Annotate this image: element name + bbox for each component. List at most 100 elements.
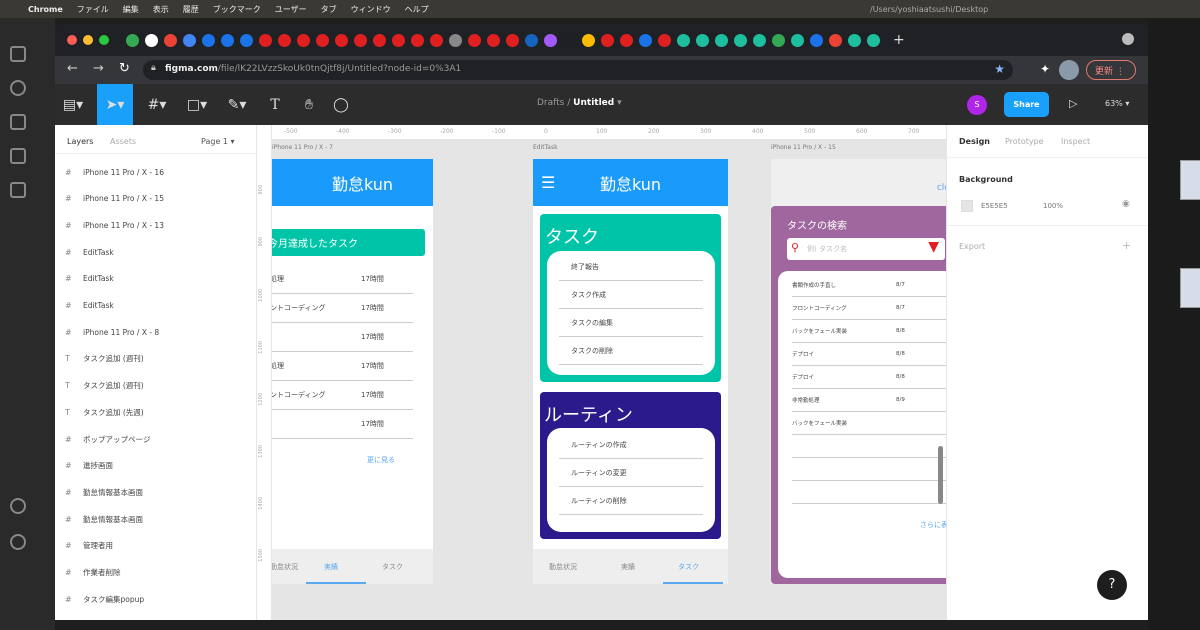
routine-menu-item[interactable]: ルーティンの変更 bbox=[559, 459, 703, 487]
layer-item[interactable]: # 勤怠情報基本画面 bbox=[65, 483, 143, 501]
menu-view[interactable]: 表示 bbox=[153, 4, 169, 15]
maximize-window-button[interactable] bbox=[99, 35, 109, 45]
search-input[interactable]: ⚲ 例) タスク名 ▼ bbox=[787, 238, 945, 260]
background-swatch[interactable] bbox=[961, 200, 973, 212]
browser-tab[interactable] bbox=[639, 33, 652, 47]
browser-tab[interactable] bbox=[316, 33, 329, 47]
minimize-window-button[interactable] bbox=[83, 35, 93, 45]
close-window-button[interactable] bbox=[67, 35, 77, 45]
frame-label[interactable]: iPhone 11 Pro / X - 7 bbox=[272, 144, 333, 151]
browser-tab[interactable] bbox=[525, 33, 538, 47]
layer-item[interactable]: T タスク追加 (先週) bbox=[65, 403, 144, 421]
hamburger-menu-icon[interactable]: ☰ bbox=[541, 173, 555, 192]
show-more-link[interactable]: さらに表示 bbox=[920, 520, 946, 530]
browser-tab[interactable] bbox=[449, 33, 462, 47]
browser-tab[interactable] bbox=[506, 33, 519, 47]
extensions-icon[interactable]: ✦ bbox=[1040, 62, 1050, 76]
search-result-row[interactable]: 書類作成の手直し 8/7 bbox=[792, 274, 946, 297]
menu-window[interactable]: ウィンドウ bbox=[351, 4, 391, 15]
tab-prototype[interactable]: Prototype bbox=[1005, 137, 1044, 146]
forward-icon[interactable]: → bbox=[93, 61, 104, 76]
address-bar[interactable]: 🔒︎ figma.com/file/lK22LVzzSkoUk0tnQjtf8j… bbox=[143, 60, 1013, 80]
help-button[interactable]: ? bbox=[1097, 570, 1127, 600]
menu-user[interactable]: ユーザー bbox=[275, 4, 307, 15]
frame-label[interactable]: iPhone 11 Pro / X - 15 bbox=[771, 144, 836, 151]
frame-edittask[interactable]: ☰ 勤怠kun タスク 終了報告 タスク作成 タスクの編集 タスクの削除 ルーティン … bbox=[533, 159, 728, 584]
layer-item[interactable]: T タスク追加 (週刊) bbox=[65, 350, 144, 368]
update-button[interactable]: 更新 ⋮ bbox=[1086, 60, 1136, 80]
layer-item[interactable]: # iPhone 11 Pro / X - 16 bbox=[65, 163, 164, 181]
menu-help[interactable]: ヘルプ bbox=[405, 4, 429, 15]
search-result-row[interactable]: 非常勤処理 8/9 bbox=[792, 389, 946, 412]
search-result-row[interactable]: バックをフェール実装 bbox=[792, 412, 946, 435]
profile-avatar[interactable] bbox=[1059, 60, 1079, 80]
browser-tab[interactable] bbox=[126, 33, 139, 47]
task-menu-item[interactable]: タスクの削除 bbox=[559, 337, 703, 365]
tab-inspect[interactable]: Inspect bbox=[1061, 137, 1090, 146]
text-tool-icon[interactable]: T bbox=[257, 84, 293, 125]
nav-results[interactable]: 実績 bbox=[324, 562, 338, 572]
background-opacity[interactable]: 100% bbox=[1043, 202, 1063, 210]
tab-search-icon[interactable] bbox=[1122, 33, 1134, 45]
browser-tab[interactable] bbox=[601, 33, 614, 47]
task-menu-item[interactable]: タスク作成 bbox=[559, 281, 703, 309]
browser-tab[interactable] bbox=[468, 33, 481, 47]
files-icon[interactable] bbox=[10, 46, 26, 62]
browser-tab[interactable] bbox=[392, 33, 405, 47]
layer-item[interactable]: # タスク編集popup bbox=[65, 590, 144, 608]
browser-tab[interactable] bbox=[487, 33, 500, 47]
browser-tab[interactable] bbox=[164, 33, 177, 47]
menu-bookmarks[interactable]: ブックマーク bbox=[213, 4, 261, 15]
new-tab-button[interactable]: + bbox=[893, 32, 905, 48]
browser-tab[interactable] bbox=[240, 33, 253, 47]
nav-attendance[interactable]: 勤怠状況 bbox=[272, 562, 298, 572]
page-selector[interactable]: Page 1 ▾ bbox=[201, 137, 235, 146]
back-icon[interactable]: ← bbox=[67, 61, 78, 76]
browser-tab[interactable] bbox=[677, 33, 690, 47]
browser-tab[interactable] bbox=[221, 33, 234, 47]
layer-item[interactable]: # EditTask bbox=[65, 297, 114, 315]
bookmark-star-icon[interactable]: ★ bbox=[994, 62, 1005, 76]
task-menu-item[interactable]: 終了報告 bbox=[559, 253, 703, 281]
desktop-file-icon[interactable] bbox=[1180, 160, 1200, 200]
layer-item[interactable]: # iPhone 11 Pro / X - 8 bbox=[65, 323, 159, 341]
tab-layers[interactable]: Layers bbox=[67, 137, 93, 146]
browser-tab[interactable] bbox=[810, 33, 823, 47]
frame-iphone-x7[interactable]: 勤怠kun 今月達成したタスク 書類処理17時間フロントコーディング17時間会議… bbox=[272, 159, 433, 584]
browser-tab[interactable] bbox=[696, 33, 709, 47]
frame-iphone-x15[interactable]: close タスクの検索 ⚲ 例) タスク名 ▼ さらに表示 書類作成の手直し 8… bbox=[771, 159, 946, 584]
routine-menu-item[interactable]: ルーティンの作成 bbox=[559, 431, 703, 459]
browser-tab[interactable] bbox=[829, 33, 842, 47]
layer-item[interactable]: # 勤怠情報基本画面 bbox=[65, 510, 143, 528]
browser-tab[interactable] bbox=[202, 33, 215, 47]
see-more-link[interactable]: 更に見る bbox=[367, 455, 395, 465]
breadcrumb-drafts[interactable]: Drafts bbox=[537, 98, 564, 108]
layer-item[interactable]: # iPhone 11 Pro / X - 13 bbox=[65, 216, 164, 234]
browser-tab[interactable] bbox=[563, 33, 576, 47]
browser-tab[interactable] bbox=[411, 33, 424, 47]
search-result-row[interactable] bbox=[792, 458, 946, 481]
account-icon[interactable] bbox=[10, 498, 26, 514]
menu-tab[interactable]: タブ bbox=[321, 4, 337, 15]
layer-item[interactable]: # iPhone 11 Pro / X - 15 bbox=[65, 190, 164, 208]
task-menu-item[interactable]: タスクの編集 bbox=[559, 309, 703, 337]
add-export-icon[interactable]: + bbox=[1122, 239, 1131, 252]
layer-item[interactable]: # EditTask bbox=[65, 270, 114, 288]
nav-tasks[interactable]: タスク bbox=[382, 562, 403, 572]
tab-assets[interactable]: Assets bbox=[110, 137, 136, 146]
menu-file[interactable]: ファイル bbox=[77, 4, 109, 15]
browser-tab[interactable] bbox=[791, 33, 804, 47]
browser-tab[interactable] bbox=[734, 33, 747, 47]
search-result-row[interactable]: バックをフェール実装 8/8 bbox=[792, 320, 946, 343]
user-avatar[interactable]: S bbox=[967, 95, 987, 115]
settings-icon[interactable] bbox=[10, 534, 26, 550]
nav-attendance[interactable]: 勤怠状況 bbox=[549, 562, 577, 572]
frame-tool-icon[interactable]: #▾ bbox=[139, 84, 175, 125]
search-result-row[interactable] bbox=[792, 481, 946, 504]
run-icon[interactable] bbox=[10, 148, 26, 164]
browser-tab[interactable] bbox=[772, 33, 785, 47]
pen-tool-icon[interactable]: ✎▾ bbox=[219, 84, 255, 125]
frame-label[interactable]: EditTask bbox=[533, 144, 558, 151]
browser-tab[interactable] bbox=[145, 33, 158, 47]
search-result-row[interactable]: デプロイ 8/8 bbox=[792, 366, 946, 389]
